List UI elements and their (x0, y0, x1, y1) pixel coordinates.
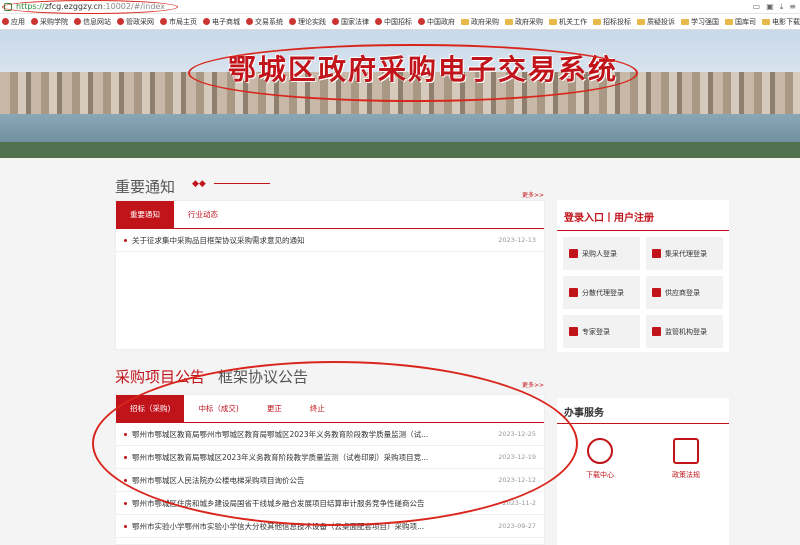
policy-regulations-button[interactable]: 政策法规 (672, 438, 700, 480)
folder-icon (461, 18, 469, 25)
notice-section-title: 重要通知 (115, 178, 176, 196)
login-panel: 登录入口丨用户注册 采购人登录 集采代理登录 分散代理登录 供应商登录 专家登录… (557, 200, 729, 352)
annotation-circle (92, 361, 578, 526)
bullet-icon (124, 501, 127, 505)
site-icon (31, 18, 38, 25)
bookmark-item[interactable]: 电影下载 (762, 17, 800, 27)
site-icon (160, 18, 167, 25)
cast-icon[interactable]: ▭ (753, 2, 761, 12)
address-bar[interactable]: https://zfcg.ezggzy.cn:10002/#/index ▭ ▣… (0, 0, 800, 14)
house-icon (569, 249, 578, 258)
notice-panel: 重要通知 行业动态 关于征求集中采购品目框架协议采购需求意见的通知 2023-1… (115, 200, 545, 350)
annotation-circle (2, 0, 178, 14)
menu-icon[interactable]: ≡ (789, 2, 796, 12)
bookmark-item[interactable]: 国家法律 (332, 17, 369, 27)
distributed-agent-login-button[interactable]: 分散代理登录 (563, 276, 640, 309)
bookmark-item[interactable]: 学习强国 (681, 17, 719, 27)
lake (0, 114, 800, 144)
purchaser-login-button[interactable]: 采购人登录 (563, 237, 640, 270)
site-icon (2, 18, 9, 25)
image-icon[interactable]: ▣ (766, 2, 774, 12)
folder-icon (725, 18, 733, 25)
divider (557, 230, 729, 231)
shop-icon (652, 288, 661, 297)
bookmark-item[interactable]: 质疑投诉 (637, 17, 675, 27)
briefcase-icon (652, 249, 661, 258)
login-title: 登录入口丨用户注册 (564, 213, 654, 224)
notice-tabs: 重要通知 行业动态 (116, 201, 544, 229)
bookmark-item[interactable]: 政府采购 (461, 17, 499, 27)
bookmark-item[interactable]: 招标投标 (593, 17, 631, 27)
bookmark-item[interactable]: 政府采购 (505, 17, 543, 27)
browser-toolbar: ▭ ▣ ⤓ ≡ (753, 2, 796, 12)
site-icon (332, 18, 339, 25)
central-agent-login-button[interactable]: 集采代理登录 (646, 237, 723, 270)
main-content: 重要通知 ◆◆ 更多>> 重要通知 行业动态 关于征求集中采购品目框架协议采购需… (0, 158, 800, 545)
folder-icon (505, 18, 513, 25)
services-panel: 办事服务 下载中心 政策法规 (557, 398, 729, 545)
site-icon (203, 18, 210, 25)
expert-login-button[interactable]: 专家登录 (563, 315, 640, 348)
monitor-icon (673, 438, 699, 464)
site-icon (289, 18, 296, 25)
folder-icon (681, 18, 689, 25)
tab-industry-news[interactable]: 行业动态 (174, 201, 232, 228)
folder-icon (762, 18, 770, 25)
bullet-icon (124, 524, 127, 528)
title-decoration: ◆◆ (192, 179, 272, 189)
card-icon (569, 288, 578, 297)
shore (0, 142, 800, 158)
site-icon (74, 18, 81, 25)
bookmark-item[interactable]: 中国招标 (375, 17, 412, 27)
download-icon (587, 438, 613, 464)
annotation-circle (188, 44, 638, 102)
bookmark-item[interactable]: 市局主页 (160, 17, 197, 27)
site-icon (117, 18, 124, 25)
supplier-login-button[interactable]: 供应商登录 (646, 276, 723, 309)
tab-important-notice[interactable]: 重要通知 (116, 201, 174, 228)
bookmark-item[interactable]: 信息网站 (74, 17, 111, 27)
site-icon (418, 18, 425, 25)
monitor-icon (652, 327, 661, 336)
download-icon[interactable]: ⤓ (780, 2, 784, 12)
site-banner: 鄂城区政府采购电子交易系统 (0, 30, 800, 158)
bookmark-item[interactable]: 应用 (2, 17, 25, 27)
site-icon (375, 18, 382, 25)
bookmarks-bar: 应用 采购学院 信息网站 管政采网 市局主页 电子商城 交易系统 理论实践 国家法律 中国招标 中国… (0, 14, 800, 30)
bookmark-item[interactable]: 采购学院 (31, 17, 68, 27)
bookmark-item[interactable]: 交易系统 (246, 17, 283, 27)
services-title: 办事服务 (564, 408, 604, 419)
bullet-icon (124, 238, 127, 242)
folder-icon (549, 18, 557, 25)
folder-icon (637, 18, 645, 25)
bookmark-item[interactable]: 电子商城 (203, 17, 240, 27)
procurement-more-link[interactable]: 更多>> (522, 380, 544, 389)
bookmark-item[interactable]: 国库司 (725, 17, 756, 27)
bookmark-item[interactable]: 管政采网 (117, 17, 154, 27)
folder-icon (593, 18, 601, 25)
list-item[interactable]: 关于征求集中采购品目框架协议采购需求意见的通知 2023-12-13 (116, 229, 544, 252)
notice-more-link[interactable]: 更多>> (522, 190, 544, 199)
bookmark-item[interactable]: 理论实践 (289, 17, 326, 27)
bookmark-item[interactable]: 机关工作 (549, 17, 587, 27)
expert-icon (569, 327, 578, 336)
bookmark-item[interactable]: 中国政府 (418, 17, 455, 27)
download-center-button[interactable]: 下载中心 (586, 438, 614, 480)
site-icon (246, 18, 253, 25)
regulator-login-button[interactable]: 监管机构登录 (646, 315, 723, 348)
